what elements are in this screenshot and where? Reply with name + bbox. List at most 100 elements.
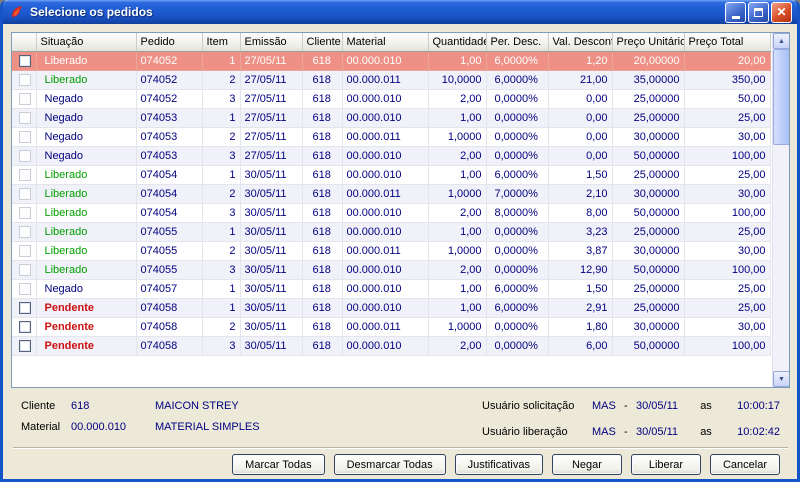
table-header-row: Situação Pedido Item Emissão Cliente Material… — [12, 33, 771, 52]
cell-situacao: Liberado — [36, 260, 137, 280]
checkbox-cell — [12, 89, 37, 109]
cell-preco_total: 50,00 — [684, 89, 771, 109]
checkbox-cell — [12, 317, 37, 337]
table-row[interactable]: Negado 074052 3 27/05/11 618 00.000.010 2,00 0,… — [12, 89, 771, 109]
checkbox-cell — [12, 298, 37, 318]
cell-cliente: 618 — [302, 260, 343, 280]
marcar-todas-button[interactable]: Marcar Todas — [232, 454, 325, 475]
column-header-emissao[interactable]: Emissão — [240, 33, 303, 52]
scroll-up-icon[interactable]: ▲ — [773, 33, 789, 49]
column-header-quantidade[interactable]: Quantidade — [428, 33, 487, 52]
negar-button[interactable]: Negar — [551, 454, 622, 475]
cell-material: 00.000.010 — [342, 89, 429, 109]
cell-situacao: Negado — [36, 127, 137, 147]
cell-material: 00.000.011 — [342, 70, 429, 90]
column-header-per_desc[interactable]: Per. Desc. — [486, 33, 549, 52]
table-row[interactable]: Liberado 074054 3 30/05/11 618 00.000.010 2,00… — [12, 203, 771, 223]
table-row[interactable]: Pendente 074058 2 30/05/11 618 00.000.011 1,00… — [12, 317, 771, 337]
cell-preco_total: 30,00 — [684, 127, 771, 147]
cell-situacao: Liberado — [36, 51, 137, 71]
column-header-pedido[interactable]: Pedido — [136, 33, 203, 52]
table-row[interactable]: Liberado 074055 2 30/05/11 618 00.000.011 1,00… — [12, 241, 771, 261]
liberar-button[interactable]: Liberar — [630, 454, 701, 475]
row-checkbox[interactable] — [19, 149, 31, 162]
column-header-cliente[interactable]: Cliente — [302, 33, 343, 52]
liberacao-user: MAS — [592, 425, 616, 438]
row-checkbox[interactable] — [19, 73, 31, 86]
cell-emissao: 30/05/11 — [240, 336, 303, 356]
cell-preco_unitario: 20,00000 — [612, 51, 685, 71]
table-row[interactable]: Liberado 074055 3 30/05/11 618 00.000.010 2,00… — [12, 260, 771, 280]
cell-preco_total: 100,00 — [684, 146, 771, 166]
cell-material: 00.000.010 — [342, 146, 429, 166]
cell-pedido: 074052 — [136, 70, 203, 90]
vertical-scrollbar[interactable]: ▲ ▼ — [772, 33, 789, 387]
row-checkbox[interactable] — [19, 282, 31, 295]
liberacao-sep: - — [624, 425, 628, 438]
column-header-val_desconto[interactable]: Val. Desconto — [548, 33, 613, 52]
table-row[interactable]: Liberado 074052 1 27/05/11 618 00.000.010 1,00… — [12, 51, 771, 71]
justificativas-button[interactable]: Justificativas — [454, 454, 543, 475]
cell-material: 00.000.010 — [342, 279, 429, 299]
table-row[interactable]: Negado 074057 1 30/05/11 618 00.000.010 1,00 6,… — [12, 279, 771, 299]
column-header-item[interactable]: Item — [202, 33, 241, 52]
desmarcar-todas-button[interactable]: Desmarcar Todas — [333, 454, 446, 475]
orders-grid: Situação Pedido Item Emissão Cliente Material… — [12, 33, 771, 356]
row-checkbox[interactable] — [19, 130, 31, 143]
cell-per_desc: 0,0000% — [486, 317, 549, 337]
cell-quantidade: 1,00 — [428, 165, 487, 185]
cell-situacao: Negado — [36, 89, 137, 109]
row-checkbox[interactable] — [19, 339, 31, 352]
cell-cliente: 618 — [302, 89, 343, 109]
scroll-down-icon[interactable]: ▼ — [773, 371, 789, 387]
liberacao-as: as — [700, 425, 712, 438]
column-header-preco_total[interactable]: Preço Total — [684, 33, 771, 52]
table-row[interactable]: Liberado 074052 2 27/05/11 618 00.000.011 10,0… — [12, 70, 771, 90]
row-checkbox[interactable] — [19, 54, 31, 67]
close-button[interactable]: ✕ — [771, 1, 792, 23]
table-row[interactable]: Pendente 074058 1 30/05/11 618 00.000.010 1,00… — [12, 298, 771, 318]
cell-situacao: Liberado — [36, 184, 137, 204]
cell-cliente: 618 — [302, 146, 343, 166]
cell-val_desconto: 0,00 — [548, 108, 613, 128]
cliente-name: MAICON STREY — [155, 399, 239, 412]
cell-situacao: Negado — [36, 146, 137, 166]
table-row[interactable]: Negado 074053 2 27/05/11 618 00.000.011 1,0000… — [12, 127, 771, 147]
row-checkbox[interactable] — [19, 225, 31, 238]
table-row[interactable]: Liberado 074054 1 30/05/11 618 00.000.010 1,00… — [12, 165, 771, 185]
scrollbar-thumb[interactable] — [773, 49, 789, 145]
cliente-row: Cliente 618 MAICON STREY — [21, 395, 260, 416]
row-checkbox[interactable] — [19, 301, 31, 314]
cell-emissao: 30/05/11 — [240, 298, 303, 318]
table-row[interactable]: Negado 074053 1 27/05/11 618 00.000.010 1,00 0,… — [12, 108, 771, 128]
row-checkbox[interactable] — [19, 111, 31, 124]
table-row[interactable]: Pendente 074058 3 30/05/11 618 00.000.010 2,00… — [12, 336, 771, 356]
cell-pedido: 074053 — [136, 146, 203, 166]
table-row[interactable]: Negado 074053 3 27/05/11 618 00.000.010 2,00 0,… — [12, 146, 771, 166]
cell-preco_total: 30,00 — [684, 184, 771, 204]
column-header-preco_unitario[interactable]: Preço Unitário — [612, 33, 685, 52]
solicitacao-row: Usuário solicitação MAS - 30/05/11 as 10… — [482, 395, 780, 416]
row-checkbox[interactable] — [19, 168, 31, 181]
minimize-button[interactable] — [725, 1, 746, 23]
cell-per_desc: 0,0000% — [486, 146, 549, 166]
cell-material: 00.000.011 — [342, 241, 429, 261]
column-header-material[interactable]: Material — [342, 33, 429, 52]
cell-per_desc: 0,0000% — [486, 336, 549, 356]
row-checkbox[interactable] — [19, 320, 31, 333]
column-header-situacao[interactable]: Situação — [36, 33, 137, 52]
table-row[interactable]: Liberado 074055 1 30/05/11 618 00.000.010 1,00… — [12, 222, 771, 242]
row-checkbox[interactable] — [19, 263, 31, 276]
row-checkbox[interactable] — [19, 206, 31, 219]
row-checkbox[interactable] — [19, 244, 31, 257]
table-row[interactable]: Liberado 074054 2 30/05/11 618 00.000.011 1,00… — [12, 184, 771, 204]
row-checkbox[interactable] — [19, 187, 31, 200]
cancelar-button[interactable]: Cancelar — [709, 454, 780, 475]
maximize-button[interactable] — [748, 1, 769, 23]
cell-per_desc: 0,0000% — [486, 241, 549, 261]
row-checkbox[interactable] — [19, 92, 31, 105]
cell-per_desc: 0,0000% — [486, 222, 549, 242]
cell-item: 2 — [202, 241, 241, 261]
cell-per_desc: 7,0000% — [486, 184, 549, 204]
cell-material: 00.000.010 — [342, 51, 429, 71]
